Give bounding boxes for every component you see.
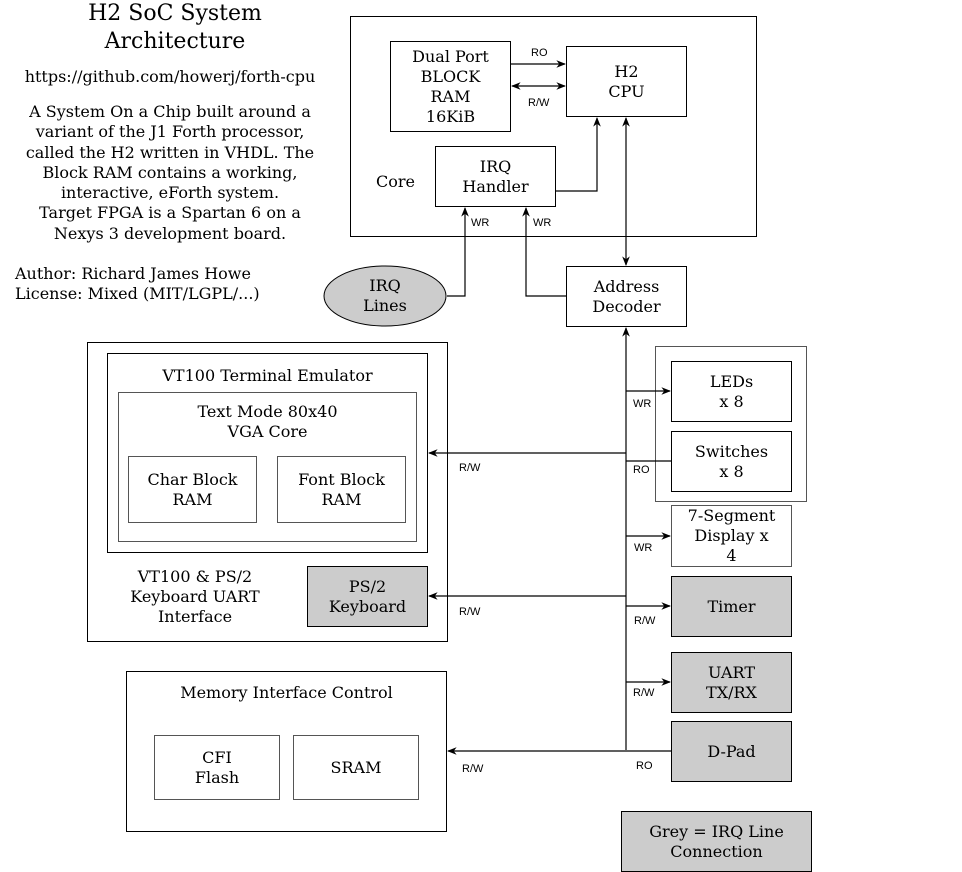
connection-wires [428, 60, 671, 755]
edge-label-dpad: RO [636, 760, 653, 772]
edge-label-irq-wr-1: WR [471, 217, 490, 229]
edge-label-uart: R/W [633, 687, 655, 699]
edge-label-irq-wr-2: WR [533, 217, 552, 229]
edge-label-switches: RO [633, 464, 650, 476]
edge-label-memory: R/W [462, 763, 484, 775]
wire-irq-to-cpu [556, 117, 601, 192]
edge-label-vga: R/W [459, 462, 481, 474]
edge-label-seven-seg: WR [634, 542, 653, 554]
edge-label-ram-cpu-ro: RO [531, 47, 548, 59]
edge-label-ps2: R/W [459, 606, 481, 618]
wire-irqlines-handler [447, 207, 469, 297]
edge-label-timer: R/W [634, 615, 656, 627]
edge-label-ram-cpu-rw: R/W [528, 97, 550, 109]
edge-label-leds: WR [633, 398, 652, 410]
